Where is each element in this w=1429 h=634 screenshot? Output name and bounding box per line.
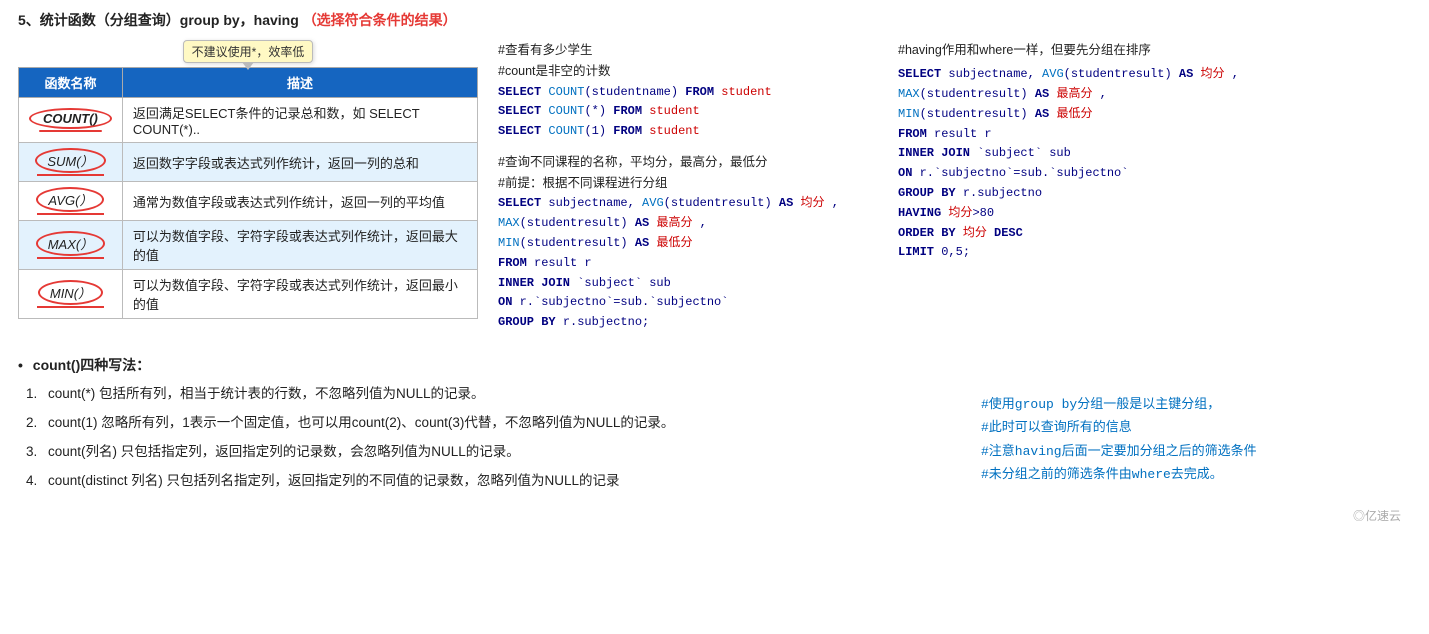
sql-comment-4: #前提：根据不同课程进行分组 xyxy=(498,173,878,194)
list-item: 2. count(1) 忽略所有列，1表示一个固定值，也可以用count(2)、… xyxy=(26,412,951,435)
avg-underline xyxy=(37,213,103,215)
func-name-avg: AVG(） xyxy=(19,182,123,221)
having-line6: ON r.`subjectno`=sub.`subjectno` xyxy=(898,164,1411,184)
having-line9: ORDER BY 均分 DESC xyxy=(898,224,1411,244)
main-content: 不建议使用*，效率低 函数名称 描述 COUNT() xyxy=(18,40,1411,343)
sql2-line2: MAX(studentresult) AS 最高分 , xyxy=(498,214,878,234)
item-text-2: count(1) 忽略所有列，1表示一个固定值，也可以用count(2)、cou… xyxy=(48,412,808,435)
table-area: 不建议使用*，效率低 函数名称 描述 COUNT() xyxy=(18,40,478,343)
table-row: SUM(） 返回数字字段或表达式列作统计，返回一列的总和 xyxy=(19,143,478,182)
bottom-left: 1. count(*) 包括所有列，相当于统计表的行数，不忽略列值为NULL的记… xyxy=(18,383,951,499)
sql2-line4: FROM result r xyxy=(498,254,878,274)
min-underline xyxy=(37,306,103,308)
min-oval: MIN(） xyxy=(38,280,103,305)
section-title: 5、统计函数（分组查询）group by，having （选择符合条件的结果） xyxy=(18,10,1411,30)
bullet-title-text: count()四种写法： xyxy=(33,357,150,373)
func-desc-max: 可以为数值字段、字符字段或表达式列作统计，返回最大的值 xyxy=(122,221,477,270)
func-name-max: MAX(） xyxy=(19,221,123,270)
func-name-sum: SUM(） xyxy=(19,143,123,182)
sql2-line5: INNER JOIN `subject` sub xyxy=(498,274,878,294)
bottom-section: • count()四种写法： 1. count(*) 包括所有列，相当于统计表的… xyxy=(18,355,1411,499)
func-desc-avg: 通常为数值字段或表达式列作统计，返回一列的平均值 xyxy=(122,182,477,221)
note-line3: #注意having后面一定要加分组之后的筛选条件 xyxy=(981,440,1411,463)
having-line2: MAX(studentresult) AS 最高分 , xyxy=(898,85,1411,105)
tooltip-wrapper: 不建议使用*，效率低 xyxy=(18,40,478,65)
list-item: 4. count(distinct 列名) 只包括列名指定列，返回指定列的不同值… xyxy=(26,470,951,493)
numbered-list: 1. count(*) 包括所有列，相当于统计表的行数，不忽略列值为NULL的记… xyxy=(26,383,951,493)
col-header-desc: 描述 xyxy=(122,68,477,98)
avg-oval: AVG(） xyxy=(36,187,104,212)
max-oval: MAX(） xyxy=(36,231,106,256)
bottom-area: 1. count(*) 包括所有列，相当于统计表的行数，不忽略列值为NULL的记… xyxy=(18,383,1411,499)
function-table: 函数名称 描述 COUNT() 返回满足SELECT条件的记录总和数，如 SEL… xyxy=(18,67,478,319)
having-line4: FROM result r xyxy=(898,125,1411,145)
item-text-3: count(列名) 只包括指定列，返回指定列的记录数，会忽略列值为NULL的记录… xyxy=(48,441,808,464)
sum-oval: SUM(） xyxy=(35,148,105,173)
func-desc-count: 返回满足SELECT条件的记录总和数，如 SELECT COUNT(*).. xyxy=(122,98,477,143)
count-oval: COUNT() xyxy=(29,108,112,129)
sql-comment-1: #查看有多少学生 xyxy=(498,40,878,61)
sql2-line1: SELECT subjectname, AVG(studentresult) A… xyxy=(498,194,878,214)
note-line1: #使用group by分组一般是以主键分组， xyxy=(981,393,1411,416)
count-underline xyxy=(39,130,101,132)
func-desc-sum: 返回数字字段或表达式列作统计，返回一列的总和 xyxy=(122,143,477,182)
having-line10: LIMIT 0,5; xyxy=(898,243,1411,263)
func-desc-min: 可以为数值字段、字符字段或表达式列作统计，返回最小的值 xyxy=(122,270,477,319)
item-text-4: count(distinct 列名) 只包括列名指定列，返回指定列的不同值的记录… xyxy=(48,470,808,493)
num-label-1: 1. xyxy=(26,383,48,406)
table-row: COUNT() 返回满足SELECT条件的记录总和数，如 SELECT COUN… xyxy=(19,98,478,143)
note-line4: #未分组之前的筛选条件由where去完成。 xyxy=(981,463,1411,486)
note-line2: #此时可以查询所有的信息 xyxy=(981,416,1411,439)
bullet-title: • count()四种写法： xyxy=(18,355,1411,375)
having-area: #having作用和where一样，但要先分组在排序 SELECT subjec… xyxy=(898,40,1411,343)
having-line7: GROUP BY r.subjectno xyxy=(898,184,1411,204)
bottom-right-note: #使用group by分组一般是以主键分组， #此时可以查询所有的信息 #注意h… xyxy=(951,383,1411,499)
num-label-3: 3. xyxy=(26,441,48,464)
having-line5: INNER JOIN `subject` sub xyxy=(898,144,1411,164)
sql2-line7: GROUP BY r.subjectno; xyxy=(498,313,878,333)
having-line1: SELECT subjectname, AVG(studentresult) A… xyxy=(898,65,1411,85)
sql2-line6: ON r.`subjectno`=sub.`subjectno` xyxy=(498,293,878,313)
item-text-1: count(*) 包括所有列，相当于统计表的行数，不忽略列值为NULL的记录。 xyxy=(48,383,808,406)
list-item: 1. count(*) 包括所有列，相当于统计表的行数，不忽略列值为NULL的记… xyxy=(26,383,951,406)
title-main: 5、统计函数（分组查询）group by，having xyxy=(18,12,299,28)
sql-line-2: SELECT COUNT(*) FROM student xyxy=(498,102,878,122)
sql-line-3: SELECT COUNT(1) FROM student xyxy=(498,122,878,142)
watermark: ◎亿速云 xyxy=(18,507,1411,524)
list-item: 3. count(列名) 只包括指定列，返回指定列的记录数，会忽略列值为NULL… xyxy=(26,441,951,464)
tooltip-balloon: 不建议使用*，效率低 xyxy=(183,40,314,63)
max-underline xyxy=(37,257,103,259)
sql-middle-area: #查看有多少学生 #count是非空的计数 SELECT COUNT(stude… xyxy=(498,40,878,343)
sql-comment-2: #count是非空的计数 xyxy=(498,61,878,82)
sql-block-2: #查询不同课程的名称，平均分，最高分，最低分 #前提：根据不同课程进行分组 SE… xyxy=(498,152,878,333)
num-label-4: 4. xyxy=(26,470,48,493)
num-label-2: 2. xyxy=(26,412,48,435)
col-header-name: 函数名称 xyxy=(19,68,123,98)
func-name-min: MIN(） xyxy=(19,270,123,319)
table-row: AVG(） 通常为数值字段或表达式列作统计，返回一列的平均值 xyxy=(19,182,478,221)
page-wrapper: 5、统计函数（分组查询）group by，having （选择符合条件的结果） … xyxy=(0,0,1429,534)
title-highlight: （选择符合条件的结果） xyxy=(303,12,457,28)
sql-line-1: SELECT COUNT(studentname) FROM student xyxy=(498,83,878,103)
sql-comment-3: #查询不同课程的名称，平均分，最高分，最低分 xyxy=(498,152,878,173)
table-row: MIN(） 可以为数值字段、字符字段或表达式列作统计，返回最小的值 xyxy=(19,270,478,319)
having-line3: MIN(studentresult) AS 最低分 xyxy=(898,105,1411,125)
table-row: MAX(） 可以为数值字段、字符字段或表达式列作统计，返回最大的值 xyxy=(19,221,478,270)
having-line8: HAVING 均分>80 xyxy=(898,204,1411,224)
having-comment: #having作用和where一样，但要先分组在排序 xyxy=(898,40,1411,61)
sql-block-1: #查看有多少学生 #count是非空的计数 SELECT COUNT(stude… xyxy=(498,40,878,142)
func-name-count: COUNT() xyxy=(19,98,123,143)
sql2-line3: MIN(studentresult) AS 最低分 xyxy=(498,234,878,254)
sum-underline xyxy=(37,174,103,176)
